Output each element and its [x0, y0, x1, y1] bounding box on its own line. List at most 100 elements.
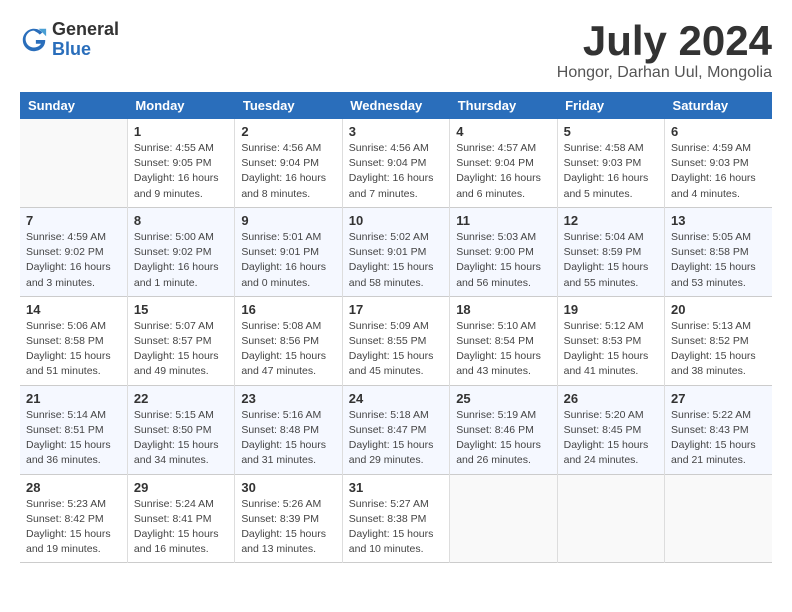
day-number: 9	[241, 213, 335, 228]
day-info: Sunrise: 4:58 AM Sunset: 9:03 PM Dayligh…	[564, 141, 658, 202]
day-number: 3	[349, 124, 443, 139]
calendar-cell: 22Sunrise: 5:15 AM Sunset: 8:50 PM Dayli…	[127, 385, 234, 474]
day-info: Sunrise: 5:24 AM Sunset: 8:41 PM Dayligh…	[134, 497, 228, 558]
calendar-cell: 6 Sunrise: 4:59 AM Sunset: 9:03 PM Daylig…	[665, 119, 772, 207]
calendar-cell: 26Sunrise: 5:20 AM Sunset: 8:45 PM Dayli…	[557, 385, 664, 474]
day-info: Sunrise: 5:06 AM Sunset: 8:58 PM Dayligh…	[26, 319, 121, 380]
day-number: 31	[349, 480, 443, 495]
day-number: 19	[564, 302, 658, 317]
day-info: Sunrise: 5:09 AM Sunset: 8:55 PM Dayligh…	[349, 319, 443, 380]
calendar-subtitle: Hongor, Darhan Uul, Mongolia	[557, 64, 772, 82]
calendar-cell: 31 Sunrise: 5:27 AM Sunset: 8:38 PM Dayli…	[342, 474, 449, 563]
day-info: Sunrise: 4:56 AM Sunset: 9:04 PM Dayligh…	[349, 141, 443, 202]
calendar-cell: 8 Sunrise: 5:00 AM Sunset: 9:02 PM Daylig…	[127, 207, 234, 296]
calendar-cell: 24 Sunrise: 5:18 AM Sunset: 8:47 PM Dayli…	[342, 385, 449, 474]
calendar-cell: 15 Sunrise: 5:07 AM Sunset: 8:57 PM Dayli…	[127, 296, 234, 385]
day-number: 15	[134, 302, 228, 317]
day-info: Sunrise: 5:10 AM Sunset: 8:54 PM Dayligh…	[456, 319, 550, 380]
day-info: Sunrise: 5:02 AM Sunset: 9:01 PM Dayligh…	[349, 230, 443, 291]
logo-general-text: General	[52, 20, 119, 40]
weekday-header-sunday: Sunday	[20, 92, 127, 119]
day-info: Sunrise: 4:55 AM Sunset: 9:05 PM Dayligh…	[134, 141, 228, 202]
day-info: Sunrise: 5:19 AM Sunset: 8:46 PM Dayligh…	[456, 408, 550, 469]
calendar-cell: 13 Sunrise: 5:05 AM Sunset: 8:58 PM Dayli…	[665, 207, 772, 296]
day-number: 10	[349, 213, 443, 228]
calendar-cell: 19 Sunrise: 5:12 AM Sunset: 8:53 PM Dayli…	[557, 296, 664, 385]
day-info: Sunrise: 5:01 AM Sunset: 9:01 PM Dayligh…	[241, 230, 335, 291]
logo-text: General Blue	[52, 20, 119, 60]
calendar-cell: 11Sunrise: 5:03 AM Sunset: 9:00 PM Dayli…	[450, 207, 557, 296]
day-number: 5	[564, 124, 658, 139]
day-number: 25	[456, 391, 550, 406]
day-number: 1	[134, 124, 228, 139]
calendar-cell: 5 Sunrise: 4:58 AM Sunset: 9:03 PM Daylig…	[557, 119, 664, 207]
calendar-week-1: 1 Sunrise: 4:55 AM Sunset: 9:05 PM Daylig…	[20, 119, 772, 207]
day-number: 2	[241, 124, 335, 139]
day-info: Sunrise: 5:13 AM Sunset: 8:52 PM Dayligh…	[671, 319, 766, 380]
day-info: Sunrise: 5:16 AM Sunset: 8:48 PM Dayligh…	[241, 408, 335, 469]
weekday-header-wednesday: Wednesday	[342, 92, 449, 119]
day-number: 6	[671, 124, 766, 139]
calendar-cell: 2 Sunrise: 4:56 AM Sunset: 9:04 PM Daylig…	[235, 119, 342, 207]
calendar-cell: 10 Sunrise: 5:02 AM Sunset: 9:01 PM Dayli…	[342, 207, 449, 296]
day-info: Sunrise: 5:07 AM Sunset: 8:57 PM Dayligh…	[134, 319, 228, 380]
day-info: Sunrise: 4:56 AM Sunset: 9:04 PM Dayligh…	[241, 141, 335, 202]
day-info: Sunrise: 5:15 AM Sunset: 8:50 PM Dayligh…	[134, 408, 228, 469]
calendar-cell: 14 Sunrise: 5:06 AM Sunset: 8:58 PM Dayli…	[20, 296, 127, 385]
day-info: Sunrise: 5:27 AM Sunset: 8:38 PM Dayligh…	[349, 497, 443, 558]
day-info: Sunrise: 5:22 AM Sunset: 8:43 PM Dayligh…	[671, 408, 766, 469]
day-number: 8	[134, 213, 228, 228]
day-number: 13	[671, 213, 766, 228]
day-info: Sunrise: 5:08 AM Sunset: 8:56 PM Dayligh…	[241, 319, 335, 380]
calendar-cell	[557, 474, 664, 563]
day-number: 30	[241, 480, 335, 495]
calendar-header: SundayMondayTuesdayWednesdayThursdayFrid…	[20, 92, 772, 119]
day-info: Sunrise: 5:18 AM Sunset: 8:47 PM Dayligh…	[349, 408, 443, 469]
weekday-header-row: SundayMondayTuesdayWednesdayThursdayFrid…	[20, 92, 772, 119]
calendar-table: SundayMondayTuesdayWednesdayThursdayFrid…	[20, 92, 772, 563]
day-info: Sunrise: 5:00 AM Sunset: 9:02 PM Dayligh…	[134, 230, 228, 291]
title-section: July 2024 Hongor, Darhan Uul, Mongolia	[557, 20, 772, 82]
weekday-header-monday: Monday	[127, 92, 234, 119]
day-info: Sunrise: 5:05 AM Sunset: 8:58 PM Dayligh…	[671, 230, 766, 291]
day-number: 12	[564, 213, 658, 228]
day-info: Sunrise: 5:03 AM Sunset: 9:00 PM Dayligh…	[456, 230, 550, 291]
day-number: 7	[26, 213, 121, 228]
calendar-cell: 20Sunrise: 5:13 AM Sunset: 8:52 PM Dayli…	[665, 296, 772, 385]
day-info: Sunrise: 5:14 AM Sunset: 8:51 PM Dayligh…	[26, 408, 121, 469]
day-number: 17	[349, 302, 443, 317]
weekday-header-friday: Friday	[557, 92, 664, 119]
day-info: Sunrise: 5:12 AM Sunset: 8:53 PM Dayligh…	[564, 319, 658, 380]
day-number: 26	[564, 391, 658, 406]
day-number: 18	[456, 302, 550, 317]
day-info: Sunrise: 4:59 AM Sunset: 9:03 PM Dayligh…	[671, 141, 766, 202]
calendar-body: 1 Sunrise: 4:55 AM Sunset: 9:05 PM Daylig…	[20, 119, 772, 563]
day-number: 16	[241, 302, 335, 317]
day-number: 4	[456, 124, 550, 139]
day-number: 27	[671, 391, 766, 406]
calendar-cell: 28 Sunrise: 5:23 AM Sunset: 8:42 PM Dayli…	[20, 474, 127, 563]
calendar-cell: 1 Sunrise: 4:55 AM Sunset: 9:05 PM Daylig…	[127, 119, 234, 207]
day-info: Sunrise: 5:26 AM Sunset: 8:39 PM Dayligh…	[241, 497, 335, 558]
calendar-cell: 29Sunrise: 5:24 AM Sunset: 8:41 PM Dayli…	[127, 474, 234, 563]
logo-blue-text: Blue	[52, 40, 119, 60]
day-info: Sunrise: 5:23 AM Sunset: 8:42 PM Dayligh…	[26, 497, 121, 558]
page-header: General Blue July 2024 Hongor, Darhan Uu…	[20, 20, 772, 82]
calendar-cell: 18 Sunrise: 5:10 AM Sunset: 8:54 PM Dayli…	[450, 296, 557, 385]
calendar-week-4: 21 Sunrise: 5:14 AM Sunset: 8:51 PM Dayli…	[20, 385, 772, 474]
weekday-header-saturday: Saturday	[665, 92, 772, 119]
calendar-week-5: 28 Sunrise: 5:23 AM Sunset: 8:42 PM Dayli…	[20, 474, 772, 563]
day-number: 28	[26, 480, 121, 495]
day-number: 24	[349, 391, 443, 406]
calendar-cell: 25 Sunrise: 5:19 AM Sunset: 8:46 PM Dayli…	[450, 385, 557, 474]
calendar-cell: 4Sunrise: 4:57 AM Sunset: 9:04 PM Daylig…	[450, 119, 557, 207]
day-number: 14	[26, 302, 121, 317]
day-info: Sunrise: 5:04 AM Sunset: 8:59 PM Dayligh…	[564, 230, 658, 291]
logo-icon	[20, 26, 48, 54]
day-number: 21	[26, 391, 121, 406]
calendar-cell: 30 Sunrise: 5:26 AM Sunset: 8:39 PM Dayli…	[235, 474, 342, 563]
calendar-week-2: 7Sunrise: 4:59 AM Sunset: 9:02 PM Daylig…	[20, 207, 772, 296]
calendar-cell	[20, 119, 127, 207]
day-number: 23	[241, 391, 335, 406]
calendar-cell: 17 Sunrise: 5:09 AM Sunset: 8:55 PM Dayli…	[342, 296, 449, 385]
